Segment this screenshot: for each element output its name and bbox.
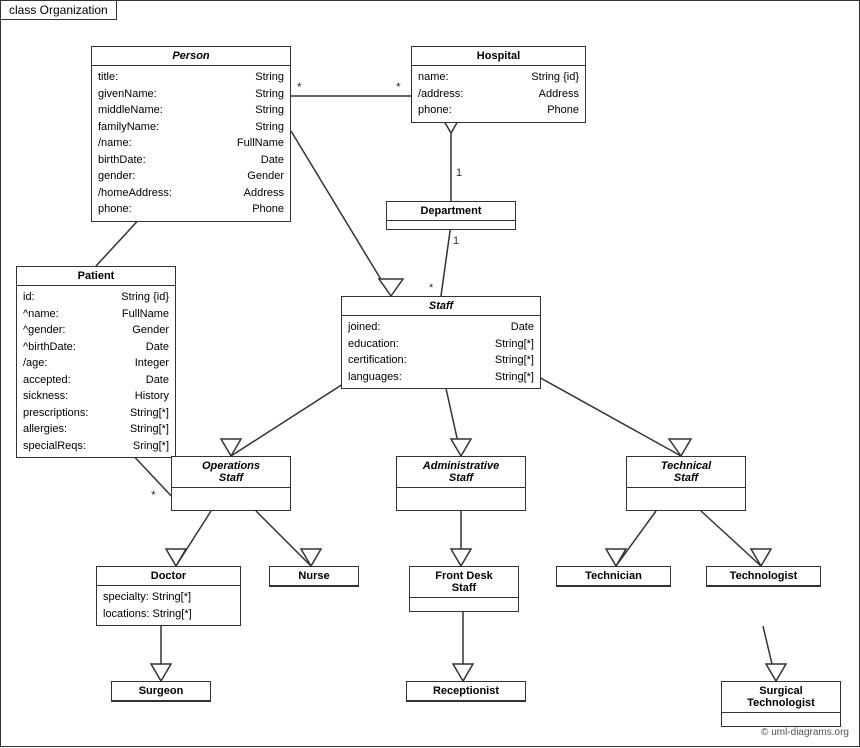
class-admin-staff: Administrative Staff bbox=[396, 456, 526, 511]
svg-text:*: * bbox=[151, 488, 156, 502]
class-receptionist: Receptionist bbox=[406, 681, 526, 702]
class-department-title: Department bbox=[387, 202, 515, 221]
class-front-desk-title: Front Desk Staff bbox=[410, 567, 518, 598]
class-surgeon-title: Surgeon bbox=[112, 682, 210, 701]
class-admin-staff-title: Administrative Staff bbox=[397, 457, 525, 488]
class-person-title: Person bbox=[92, 47, 290, 66]
class-tech-staff-title: Technical Staff bbox=[627, 457, 745, 488]
class-hospital-title: Hospital bbox=[412, 47, 585, 66]
class-person-attrs: title:String givenName:String middleName… bbox=[92, 66, 290, 221]
class-patient-title: Patient bbox=[17, 267, 175, 286]
class-hospital: Hospital name:String {id} /address:Addre… bbox=[411, 46, 586, 123]
class-receptionist-title: Receptionist bbox=[407, 682, 525, 701]
class-ops-staff-title: Operations Staff bbox=[172, 457, 290, 488]
class-patient-attrs: id:String {id} ^name:FullName ^gender:Ge… bbox=[17, 286, 175, 457]
class-technician: Technician bbox=[556, 566, 671, 587]
svg-text:1: 1 bbox=[456, 167, 462, 179]
class-department-attrs bbox=[387, 221, 515, 229]
svg-text:*: * bbox=[429, 282, 434, 294]
class-doctor: Doctor specialty: String[*] locations: S… bbox=[96, 566, 241, 626]
class-patient: Patient id:String {id} ^name:FullName ^g… bbox=[16, 266, 176, 458]
class-technologist-title: Technologist bbox=[707, 567, 820, 586]
class-doctor-attrs: specialty: String[*] locations: String[*… bbox=[97, 586, 240, 625]
class-staff-title: Staff bbox=[342, 297, 540, 316]
class-department: Department bbox=[386, 201, 516, 230]
class-surgical-technologist: Surgical Technologist bbox=[721, 681, 841, 727]
watermark: © uml-diagrams.org bbox=[761, 727, 849, 738]
class-staff-attrs: joined:Date education:String[*] certific… bbox=[342, 316, 540, 388]
diagram-container: class Organization * * 1 * 1 * bbox=[0, 0, 860, 747]
class-surgeon: Surgeon bbox=[111, 681, 211, 702]
class-nurse-title: Nurse bbox=[270, 567, 358, 586]
class-nurse: Nurse bbox=[269, 566, 359, 587]
class-staff: Staff joined:Date education:String[*] ce… bbox=[341, 296, 541, 389]
diagram-title: class Organization bbox=[1, 1, 117, 20]
class-front-desk: Front Desk Staff bbox=[409, 566, 519, 612]
class-doctor-title: Doctor bbox=[97, 567, 240, 586]
class-tech-staff: Technical Staff bbox=[626, 456, 746, 511]
svg-text:*: * bbox=[297, 80, 302, 94]
class-technician-title: Technician bbox=[557, 567, 670, 586]
class-ops-staff: Operations Staff bbox=[171, 456, 291, 511]
svg-text:*: * bbox=[396, 80, 401, 94]
class-person: Person title:String givenName:String mid… bbox=[91, 46, 291, 222]
class-technologist: Technologist bbox=[706, 566, 821, 587]
svg-text:1: 1 bbox=[453, 235, 459, 247]
class-hospital-attrs: name:String {id} /address:Address phone:… bbox=[412, 66, 585, 122]
class-surgical-technologist-title: Surgical Technologist bbox=[722, 682, 840, 713]
